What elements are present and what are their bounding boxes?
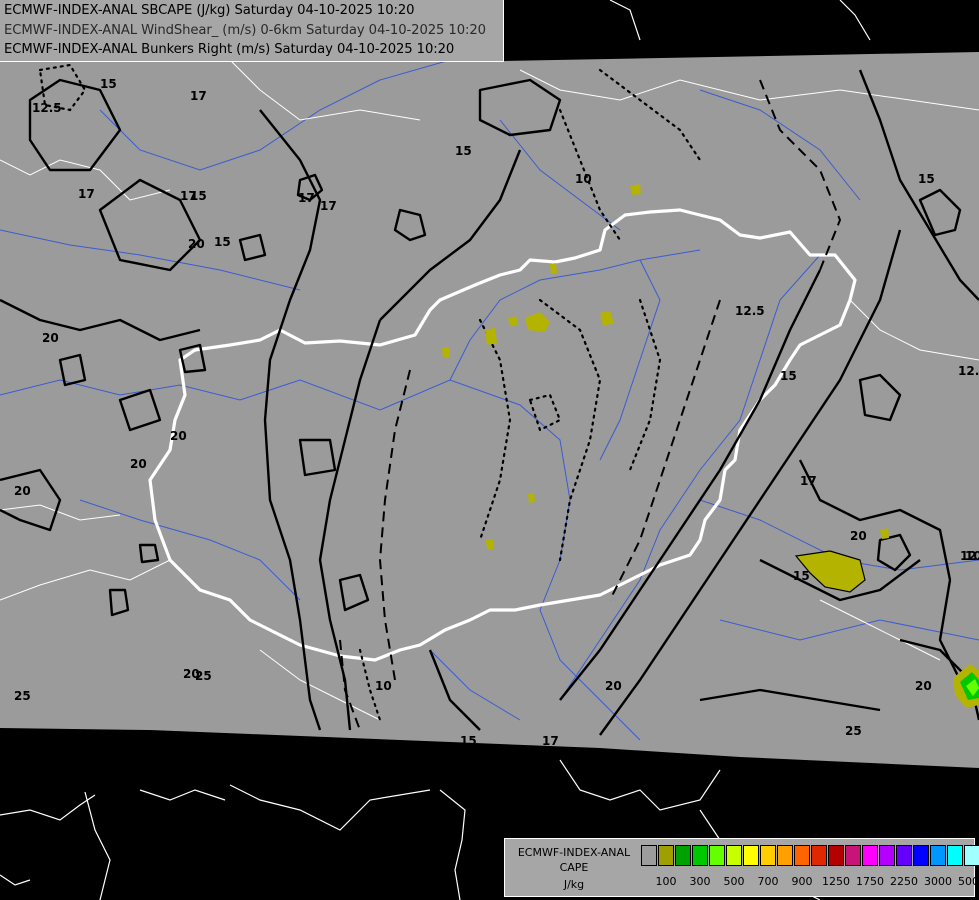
contour-label: 20 [188, 237, 205, 251]
contour-label: 15 [455, 144, 472, 158]
contour-label: 20 [170, 429, 187, 443]
legend-swatch [913, 845, 929, 866]
legend-swatch [709, 845, 725, 866]
legend-tick-label: 700 [757, 875, 779, 888]
legend-swatch [964, 845, 979, 866]
legend-swatch [879, 845, 895, 866]
legend-swatch [930, 845, 946, 866]
contour-label: 20 [130, 457, 147, 471]
legend-swatch [658, 845, 674, 866]
legend-swatch-row [641, 845, 979, 866]
legend-swatch [760, 845, 776, 866]
contour-label: 17 [78, 187, 95, 201]
contour-label: 10 [575, 172, 592, 186]
legend-tick-label: 1250 [822, 875, 850, 888]
contour-label: 17 [800, 474, 817, 488]
contour-label: 15 [780, 369, 797, 383]
legend-swatch [743, 845, 759, 866]
legend-tick-label: 300 [689, 875, 711, 888]
legend-swatch [726, 845, 742, 866]
legend-tick-label: 100 [655, 875, 677, 888]
legend-title-source: ECMWF-INDEX-ANAL [517, 846, 631, 859]
contour-label: 10 [375, 679, 392, 693]
legend-swatch [828, 845, 844, 866]
model-domain [0, 0, 979, 768]
legend-swatch [777, 845, 793, 866]
legend-swatch [641, 845, 657, 866]
legend-swatch [862, 845, 878, 866]
contour-label: 20 [42, 331, 59, 345]
header-line-sbcape: ECMWF-INDEX-ANAL SBCAPE (J/kg) Saturday … [4, 3, 415, 18]
contour-label: 12.5 [958, 364, 979, 378]
legend-swatch [947, 845, 963, 866]
contour-label: 10 [965, 549, 979, 563]
contour-label: 17 [180, 189, 197, 203]
legend-tick-label: 5000 [958, 875, 979, 888]
header-line-bunkers: ECMWF-INDEX-ANAL Bunkers Right (m/s) Sat… [4, 42, 455, 57]
contour-label: 17 [542, 734, 559, 748]
legend-swatch [811, 845, 827, 866]
header-line-windshear: ECMWF-INDEX-ANAL WindShear_ (m/s) 0-6km … [4, 23, 486, 38]
contour-label: 20 [915, 679, 932, 693]
legend-tick-label: 2250 [890, 875, 918, 888]
legend-swatch [675, 845, 691, 866]
legend-tick-label: 1750 [856, 875, 884, 888]
cape-legend: ECMWF-INDEX-ANAL CAPE J/kg 100 300 500 700 9… [504, 838, 979, 897]
contour-label: 25 [195, 669, 212, 683]
legend-swatch [794, 845, 810, 866]
contour-label: 15 [100, 77, 117, 91]
legend-tick-label: 3000 [924, 875, 952, 888]
legend-swatch [692, 845, 708, 866]
contour-label: 20 [850, 529, 867, 543]
legend-tick-label: 500 [723, 875, 745, 888]
contour-label: 20 [605, 679, 622, 693]
contour-label: 17 [320, 199, 337, 213]
legend-swatch [896, 845, 912, 866]
legend-title-unit: J/kg [563, 878, 585, 891]
contour-label: 12.5 [32, 101, 62, 115]
contour-label: 17 [190, 89, 207, 103]
contour-label: 15 [918, 172, 935, 186]
legend-swatch [845, 845, 861, 866]
weather-map: 12.5 15 17 15 20 17 17 15 17 10 12.5 15 20 17 15 12.5 20… [0, 0, 979, 900]
contour-label: 17 [298, 191, 315, 205]
contour-label: 15 [460, 734, 477, 748]
header-panel: ECMWF-INDEX-ANAL SBCAPE (J/kg) Saturday … [0, 0, 504, 62]
contour-label: 25 [845, 724, 862, 738]
contour-label: 20 [722, 769, 739, 783]
contour-label: 15 [793, 569, 810, 583]
contour-label: 25 [14, 689, 31, 703]
contour-label: 15 [214, 235, 231, 249]
legend-title-variable: CAPE [559, 861, 589, 874]
contour-label: 20 [14, 484, 31, 498]
contour-label: 12.5 [735, 304, 765, 318]
legend-tick-label: 900 [791, 875, 813, 888]
